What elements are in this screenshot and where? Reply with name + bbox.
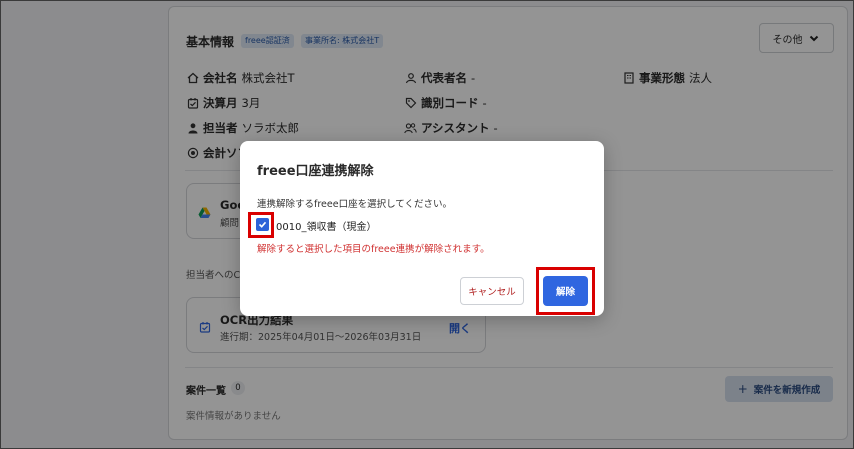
unlink-confirm-button[interactable]: 解除 [543, 276, 588, 306]
cancel-button[interactable]: キャンセル [460, 277, 524, 305]
check-icon [258, 221, 267, 228]
freee-unlink-dialog: freee口座連携解除 連携解除するfreee口座を選択してください。 0010… [240, 141, 604, 316]
account-checkbox-label[interactable]: 0010_領収書（現金） [276, 218, 376, 233]
unlink-warning: 解除すると選択した項目のfreee連携が解除されます。 [257, 244, 490, 255]
dialog-description: 連携解除するfreee口座を選択してください。 [257, 199, 453, 210]
account-checkbox[interactable] [256, 218, 269, 231]
dialog-title: freee口座連携解除 [257, 164, 374, 179]
